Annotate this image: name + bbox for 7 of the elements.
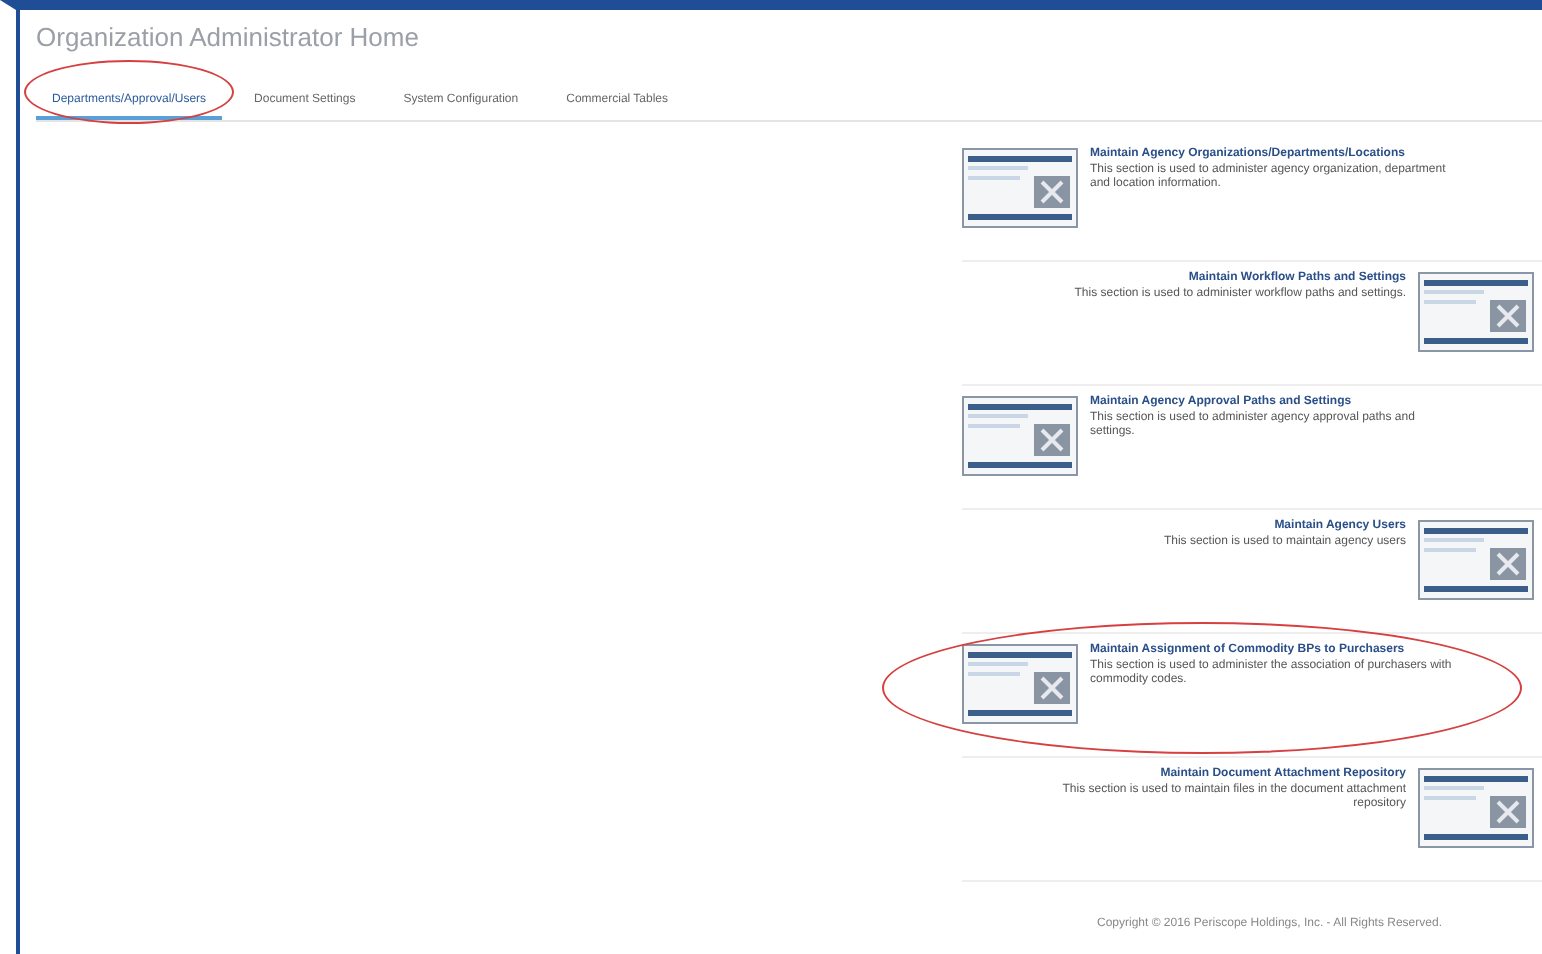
window-icon[interactable] (1418, 272, 1534, 352)
window-icon[interactable] (1418, 768, 1534, 848)
window-icon[interactable] (962, 644, 1078, 724)
page-title: Organization Administrator Home (36, 22, 421, 52)
window-icon[interactable] (962, 148, 1078, 228)
window-icon[interactable] (1418, 520, 1534, 600)
window-icon[interactable] (962, 396, 1078, 476)
